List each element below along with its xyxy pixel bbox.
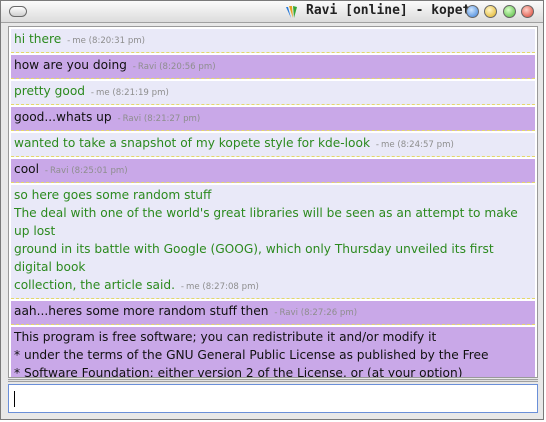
timestamp: (8:24:57 pm): [397, 140, 454, 150]
incoming-message: cool - Ravi (8:25:01 pm): [11, 159, 535, 183]
message-line: hi there: [14, 32, 62, 46]
timestamp: (8:20:56 pm): [159, 62, 216, 72]
sender-name: me: [96, 88, 110, 98]
close-button[interactable]: [521, 5, 534, 18]
incoming-message: aah...heres some more random stuff then …: [11, 301, 535, 325]
message-line: pretty good: [14, 84, 86, 98]
sender-name: Ravi: [122, 114, 142, 124]
message-line: collection, the article said.: [14, 278, 176, 292]
message-meta: - me (8:20:31 pm): [67, 36, 146, 46]
message-meta: - Ravi (8:21:27 pm): [117, 114, 201, 124]
incoming-message: good...whats up - Ravi (8:21:27 pm): [11, 107, 535, 131]
text-caret: [14, 391, 15, 407]
message-meta: - Ravi (8:20:56 pm): [132, 62, 216, 72]
message-line: wanted to take a snapshot of my kopete s…: [14, 136, 371, 150]
message-meta: - me (8:27:08 pm): [180, 282, 259, 292]
timestamp: (8:27:26 pm): [300, 308, 358, 318]
timestamp: (8:25:01 pm): [71, 166, 128, 176]
outgoing-message: so here goes some random stuff The deal w…: [11, 185, 535, 299]
message-text: The deal with one of the world's great l…: [14, 206, 518, 238]
pane-splitter[interactable]: [8, 379, 538, 382]
sender-name: Ravi: [137, 62, 157, 72]
window-menu-button[interactable]: [9, 6, 27, 17]
message-text: * under the terms of the GNU General Pub…: [14, 348, 489, 362]
sender-name: me: [381, 140, 395, 150]
message-meta: - Ravi (8:25:01 pm): [44, 166, 128, 176]
title-bar[interactable]: Ravi [online] - kopete: [1, 1, 543, 23]
window-title: Ravi [online] - kopete: [306, 3, 479, 18]
chat-window: Ravi [online] - kopete hi there - me (8:2…: [0, 0, 544, 420]
message-text: pretty good - me (8:21:19 pm): [14, 82, 532, 102]
outgoing-message: wanted to take a snapshot of my kopete s…: [11, 133, 535, 157]
message-text: how are you doing - Ravi (8:20:56 pm): [14, 56, 532, 76]
help-button[interactable]: [466, 5, 479, 18]
incoming-message: This program is free software; you can r…: [11, 327, 535, 378]
message-text: * Software Foundation; either version 2 …: [14, 366, 463, 378]
message-text: hi there - me (8:20:31 pm): [14, 30, 532, 50]
sender-name: Ravi: [279, 308, 298, 318]
message-line: how are you doing: [14, 58, 127, 72]
message-text: cool - Ravi (8:25:01 pm): [14, 160, 532, 180]
message-text: collection, the article said. - me (8:27:…: [14, 276, 532, 296]
message-input[interactable]: [8, 384, 538, 413]
timestamp: (8:20:31 pm): [88, 36, 146, 46]
timestamp: (8:27:08 pm): [202, 282, 259, 292]
chat-history-view[interactable]: hi there - me (8:20:31 pm) how are you doi…: [8, 26, 538, 378]
outgoing-message: pretty good - me (8:21:19 pm): [11, 81, 535, 105]
message-meta: - me (8:24:57 pm): [375, 140, 454, 150]
timestamp: (8:21:19 pm): [112, 88, 169, 98]
message-text: This program is free software; you can r…: [14, 330, 437, 344]
sender-name: me: [186, 282, 200, 292]
kopete-app-icon: [286, 6, 297, 18]
message-line: aah...heres some more random stuff then: [14, 304, 269, 318]
timestamp: (8:21:27 pm): [143, 114, 201, 124]
incoming-message: how are you doing - Ravi (8:20:56 pm): [11, 55, 535, 79]
minimize-button[interactable]: [484, 5, 497, 18]
message-text: wanted to take a snapshot of my kopete s…: [14, 134, 532, 154]
message-line: cool: [14, 162, 39, 176]
message-meta: - me (8:21:19 pm): [90, 88, 169, 98]
sender-name: Ravi: [49, 166, 69, 176]
message-text: good...whats up - Ravi (8:21:27 pm): [14, 108, 532, 128]
maximize-button[interactable]: [503, 5, 516, 18]
message-text: so here goes some random stuff: [14, 188, 212, 202]
sender-name: me: [72, 36, 86, 46]
message-line: good...whats up: [14, 110, 112, 124]
message-meta: - Ravi (8:27:26 pm): [274, 308, 358, 318]
outgoing-message: hi there - me (8:20:31 pm): [11, 29, 535, 53]
message-text: ground in its battle with Google (GOOG),…: [14, 242, 494, 274]
message-text: aah...heres some more random stuff then …: [14, 302, 532, 322]
